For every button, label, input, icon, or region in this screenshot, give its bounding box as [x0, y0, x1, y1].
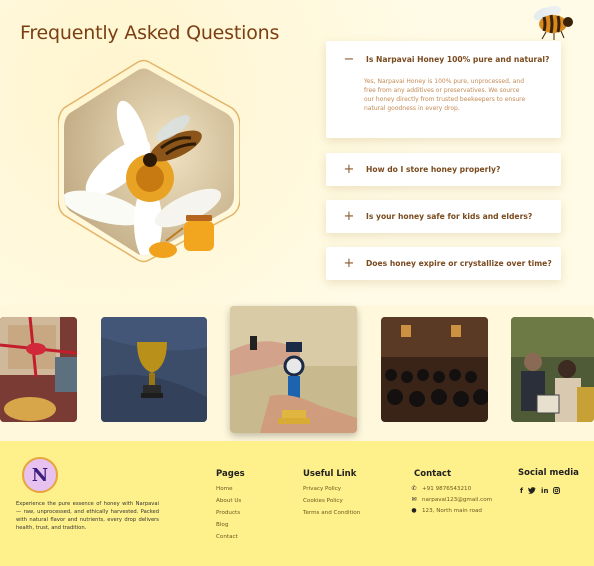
faq-question-2[interactable]: + How do I store honey properly?	[326, 153, 561, 186]
bee-icon	[533, 5, 573, 40]
gift-box-image	[0, 317, 77, 422]
faq-question-1[interactable]: − Is Narpavai Honey 100% pure and natura…	[326, 41, 561, 77]
faq-answer-1: Yes, Narpavai Honey is 100% pure, unproc…	[364, 78, 526, 112]
phone-text: +91 9876543210	[422, 485, 472, 492]
logo-letter: N	[31, 464, 49, 486]
phone-icon: ✆	[411, 485, 417, 492]
gallery-trophy-photo[interactable]	[101, 317, 207, 422]
linkedin-icon[interactable]: in	[541, 487, 548, 496]
plus-icon[interactable]: +	[338, 209, 360, 224]
email-text: narpavai123@gmail.com	[422, 496, 493, 503]
faq-question-3[interactable]: + Is your honey safe for kids and elders…	[326, 200, 561, 233]
plus-icon[interactable]: +	[338, 162, 360, 177]
contact-phone[interactable]: ✆ +91 9876543210	[410, 485, 471, 492]
faq-question-text: Does honey expire or crystallize over ti…	[366, 259, 552, 268]
useful-link-title: Useful Link	[303, 469, 357, 479]
footer-link-privacy[interactable]: Privacy Policy	[303, 486, 341, 492]
footer-link-products[interactable]: Products	[216, 510, 240, 516]
location-icon: ●	[411, 507, 417, 514]
faq-item-4[interactable]: + Does honey expire or crystallize over …	[326, 247, 561, 280]
twitter-icon[interactable]	[528, 487, 537, 496]
contact-title: Contact	[414, 469, 452, 479]
faq-question-4[interactable]: + Does honey expire or crystallize over …	[326, 247, 561, 280]
instagram-icon[interactable]	[553, 487, 561, 496]
minus-icon[interactable]: −	[338, 52, 360, 67]
footer-link-terms[interactable]: Terms and Condition	[303, 510, 360, 516]
trophy-handover-image	[230, 306, 357, 433]
gallery-award-ceremony-photo[interactable]	[511, 317, 594, 422]
facebook-icon[interactable]: f	[520, 487, 523, 496]
footer-link-home[interactable]: Home	[216, 486, 233, 492]
footer-link-contact[interactable]: Contact	[216, 534, 238, 540]
social-media-title: Social media	[518, 468, 579, 478]
footer-link-about[interactable]: About Us	[216, 498, 241, 504]
faq-question-text: How do I store honey properly?	[366, 165, 501, 174]
faq-question-text: Is your honey safe for kids and elders?	[366, 212, 533, 221]
social-icons: f in	[520, 487, 561, 496]
address-text: 123, North main road	[422, 507, 482, 514]
trophy-image	[101, 317, 207, 422]
bee-on-flower-image	[58, 59, 240, 263]
faq-item-1[interactable]: − Is Narpavai Honey 100% pure and natura…	[326, 41, 561, 138]
faq-question-text: Is Narpavai Honey 100% pure and natural?	[366, 54, 550, 64]
footer-link-blog[interactable]: Blog	[216, 522, 228, 528]
faq-title: Frequently Asked Questions	[20, 22, 280, 44]
contact-email[interactable]: ✉ narpavai123@gmail.com	[410, 496, 492, 503]
faq-item-3[interactable]: + Is your honey safe for kids and elders…	[326, 200, 561, 233]
auditorium-image	[381, 317, 488, 422]
contact-address: ● 123, North main road	[410, 507, 482, 514]
award-ceremony-image	[511, 317, 594, 422]
mail-icon: ✉	[411, 496, 417, 503]
narpavai-logo[interactable]: N	[22, 457, 58, 493]
pages-title: Pages	[216, 469, 245, 479]
gallery-auditorium-photo[interactable]	[381, 317, 488, 422]
faq-item-2[interactable]: + How do I store honey properly?	[326, 153, 561, 186]
footer-description: Experience the pure essence of honey wit…	[16, 501, 159, 531]
footer-link-cookies[interactable]: Cookies Policy	[303, 498, 343, 504]
plus-icon[interactable]: +	[338, 256, 360, 271]
gallery-gift-photo[interactable]	[0, 317, 77, 422]
gallery-trophy-handover-photo[interactable]	[230, 306, 357, 433]
